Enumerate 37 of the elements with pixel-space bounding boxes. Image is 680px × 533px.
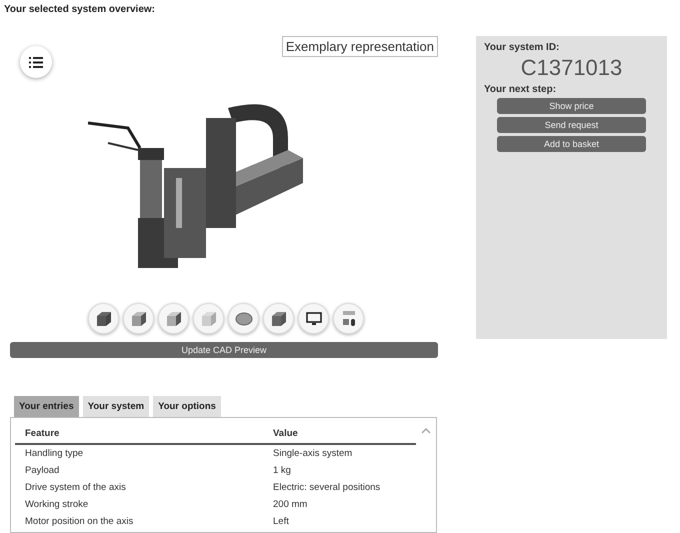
view-mode-button[interactable] <box>263 303 294 334</box>
column-header: Feature <box>25 428 60 439</box>
update-cad-preview-button[interactable]: Update CAD Preview <box>10 342 438 358</box>
list-icon <box>29 56 43 68</box>
table-cell-text: Drive system of the axis <box>25 482 127 493</box>
action-button[interactable]: Send request <box>497 117 646 133</box>
overview-subtitle: Your selected system overview: <box>3 3 156 17</box>
preview-caption: Exemplary representation <box>282 36 438 57</box>
table-cell-text: 1 kg <box>273 465 292 476</box>
solid-cube-icon <box>96 310 112 326</box>
system-id-label: Your system ID: <box>484 42 560 53</box>
monitor-icon <box>306 312 322 326</box>
column-header: Value <box>273 428 299 439</box>
light-cube-icon <box>200 310 216 326</box>
table-cell-text: Motor position on the axis <box>25 516 134 527</box>
table-cell-text: 200 mm <box>273 499 308 510</box>
next-step-label: Your next step: <box>484 84 556 95</box>
menu-button[interactable] <box>20 46 52 78</box>
table-cell-text: Payload <box>25 465 60 476</box>
parts-icon <box>340 310 356 328</box>
table-cell-text: Single-axis system <box>273 448 354 459</box>
table-cell-text: Working stroke <box>25 499 90 510</box>
tab[interactable]: Your system <box>82 396 150 417</box>
action-button[interactable]: Add to basket <box>497 136 646 152</box>
view-mode-button[interactable] <box>298 303 329 334</box>
table-cell-text: Left <box>273 516 290 527</box>
view-mode-button[interactable] <box>333 303 364 334</box>
view-mode-button[interactable] <box>158 303 189 334</box>
tab[interactable]: Your options <box>153 396 221 417</box>
system-id: C1371013 <box>520 55 622 81</box>
table-cell-text: Electric: several positions <box>273 482 382 493</box>
view-mode-button[interactable] <box>123 303 154 334</box>
view-mode-button[interactable] <box>88 303 119 334</box>
shaded-cube-icon <box>166 310 182 326</box>
table-cell-text: Handling type <box>25 448 84 459</box>
tab[interactable]: Your entries <box>14 396 79 417</box>
action-button[interactable]: Show price <box>497 98 646 114</box>
